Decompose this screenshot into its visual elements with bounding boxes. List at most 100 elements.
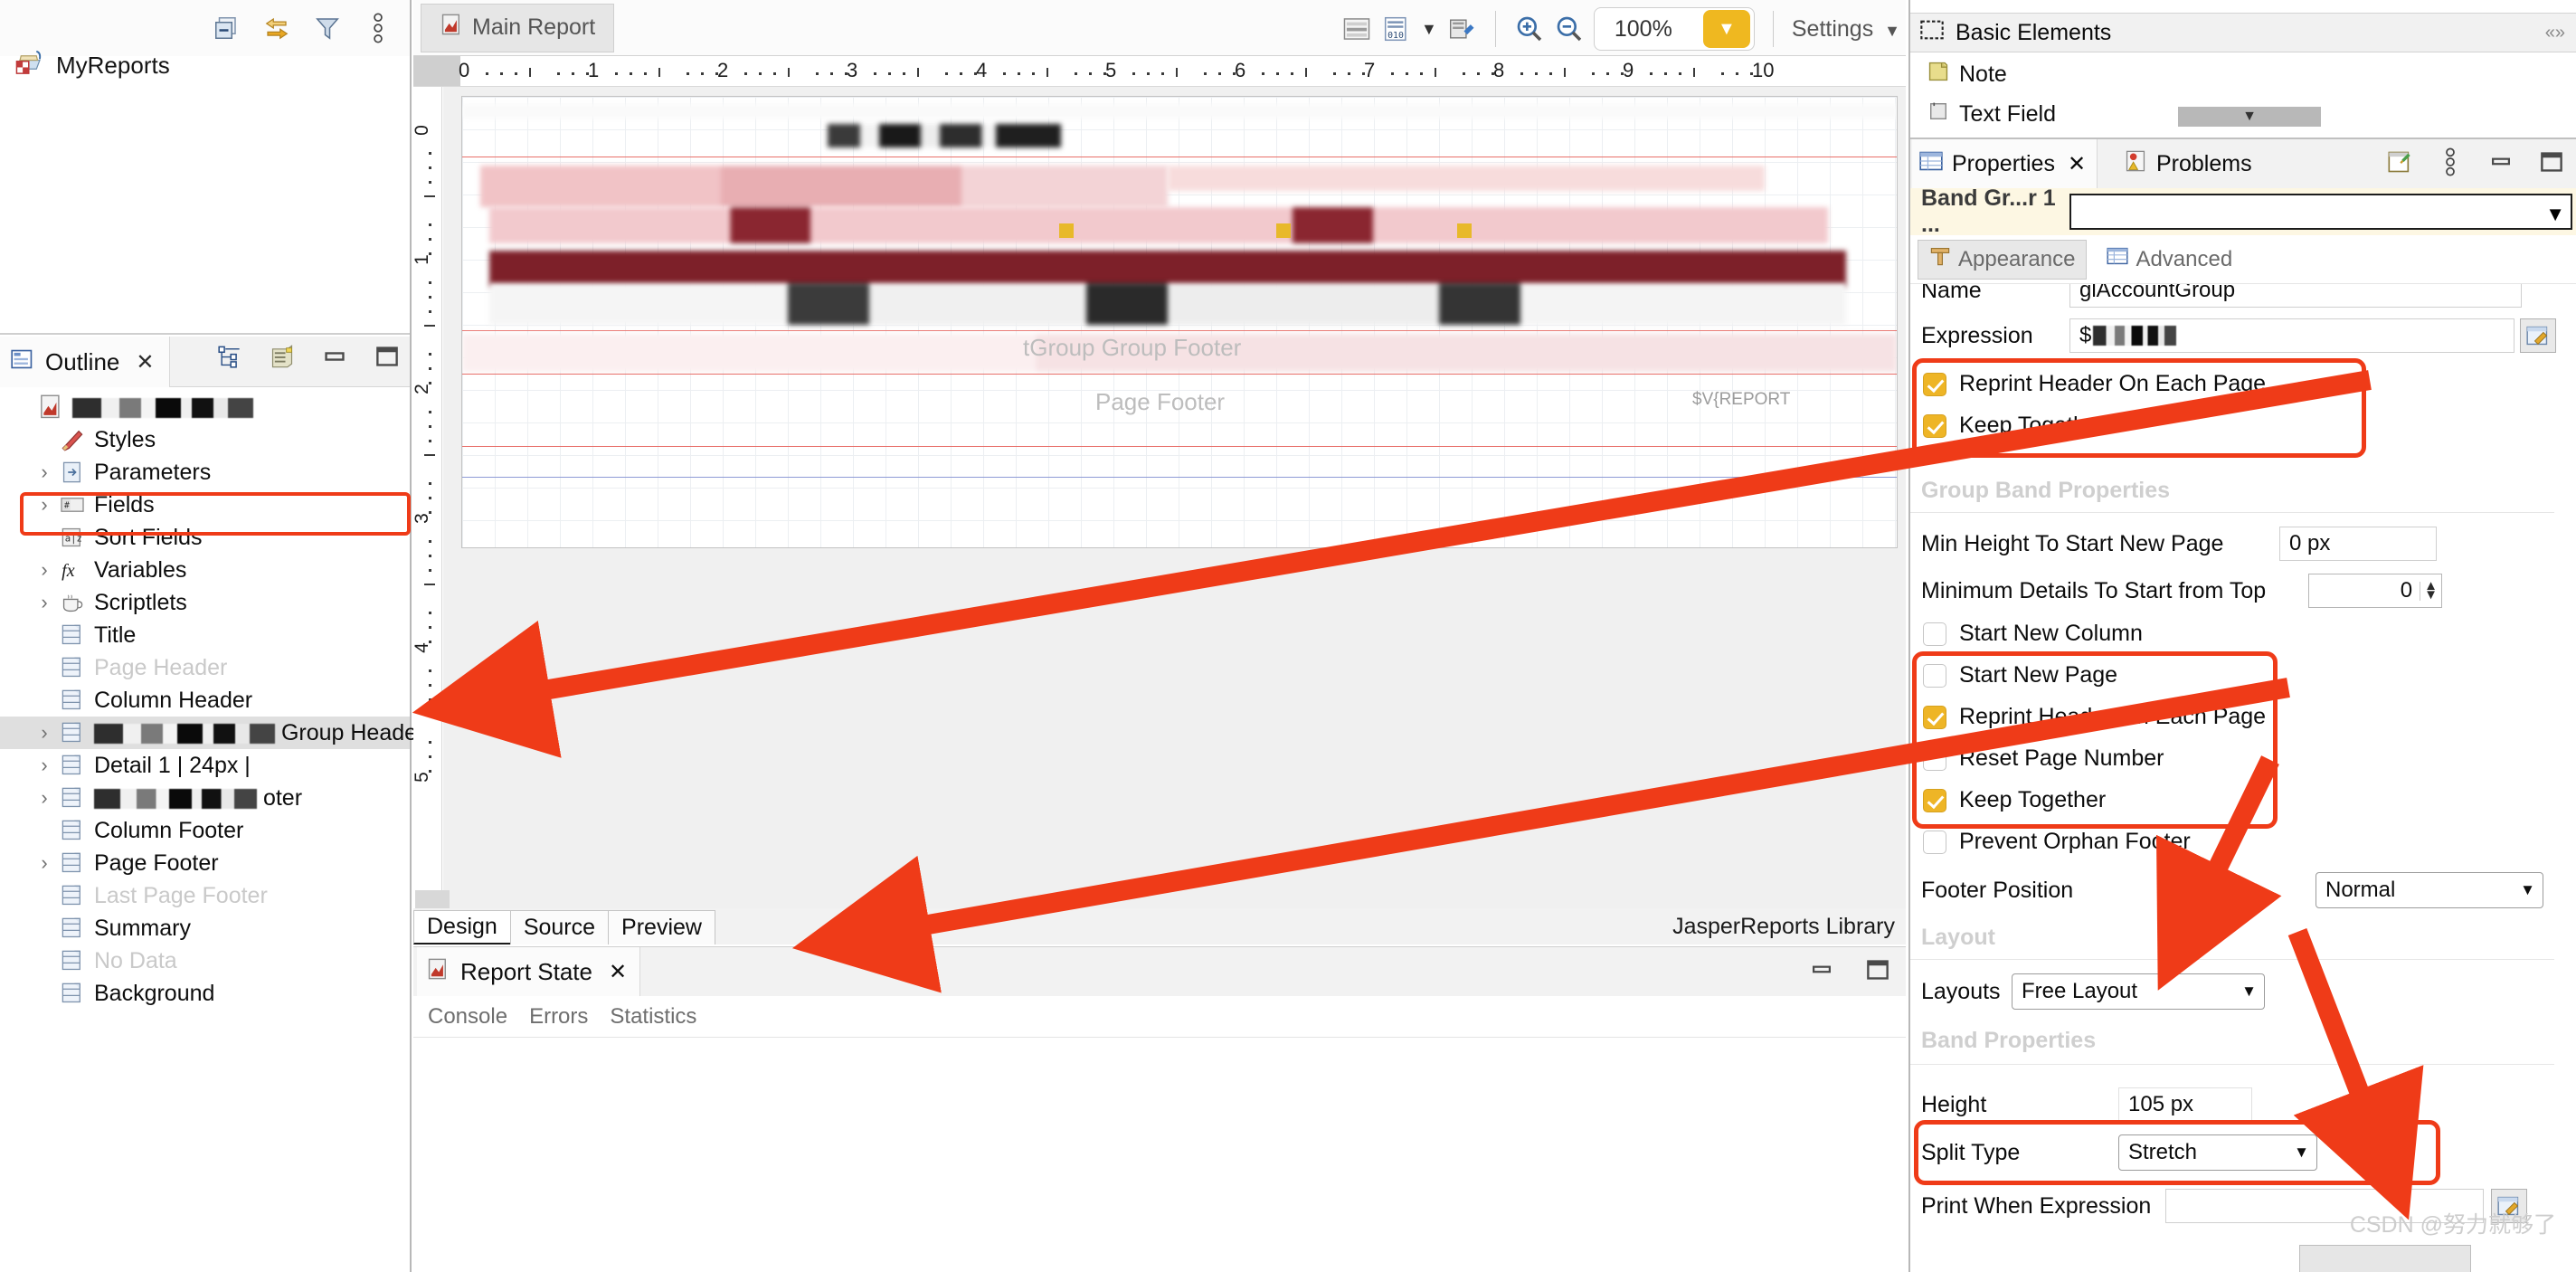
close-icon[interactable]: ✕ (2068, 151, 2086, 177)
report-page[interactable]: tGroup Group Footer Page Footer $V{REPOR… (461, 96, 1898, 548)
settings-button[interactable]: Settings ▼ (1792, 16, 1900, 43)
layouts-select[interactable]: Free Layout ▼ (2012, 973, 2265, 1010)
report-state-subtab-console[interactable]: Console (428, 1004, 507, 1030)
outline-item-page-footer[interactable]: › Page Footer (0, 847, 410, 879)
zoom-control[interactable]: 100% ▼ (1593, 7, 1755, 51)
checkbox-indicator[interactable] (1923, 372, 1946, 396)
expression-edit-button[interactable] (2520, 318, 2556, 353)
checkbox-keep-together-top[interactable]: Keep Together (1910, 413, 2576, 439)
chevron-right-icon[interactable]: › (31, 851, 58, 875)
view-menu-icon[interactable] (363, 13, 393, 43)
palette-header[interactable]: Basic Elements «» (1910, 13, 2576, 52)
zoom-out-icon[interactable] (1554, 14, 1585, 44)
zoom-in-icon[interactable] (1514, 14, 1545, 44)
subtab-appearance[interactable]: Appearance (1918, 239, 2088, 280)
maximize-icon[interactable] (1862, 954, 1893, 985)
checkbox-start-new-column[interactable]: Start New Column (1910, 621, 2576, 647)
close-icon[interactable]: ✕ (136, 349, 154, 375)
design-canvas[interactable]: tGroup Group Footer Page Footer $V{REPOR… (443, 87, 1906, 908)
outline-item-title[interactable]: Title (0, 619, 410, 651)
outline-item-redacted-0[interactable] (0, 391, 410, 423)
outline-item-background[interactable]: Background (0, 977, 410, 1010)
band-selector-combo[interactable]: ▼ (2069, 194, 2572, 230)
checkbox-indicator[interactable] (1923, 705, 1946, 729)
checkbox-indicator[interactable] (1923, 413, 1946, 438)
tab-outline[interactable]: Outline ✕ (0, 337, 170, 387)
expression-field[interactable]: $ (2069, 318, 2514, 353)
tab-preview[interactable]: Preview (608, 910, 715, 945)
palette-scroll-handle[interactable]: ▼ (2178, 107, 2321, 127)
checkbox-reset-page-number[interactable]: Reset Page Number (1910, 745, 2576, 772)
minimize-icon[interactable] (2486, 147, 2516, 177)
maximize-icon[interactable] (2536, 147, 2567, 177)
outline-item-detail-1-24px[interactable]: › Detail 1 | 24px | (0, 749, 410, 782)
checkbox-reprint-header-top[interactable]: Reprint Header On Each Page (1910, 371, 2576, 397)
chevron-right-icon[interactable]: › (31, 460, 58, 484)
checkbox-indicator[interactable] (1923, 830, 1946, 854)
outline-item-oter[interactable]: › oter (0, 782, 410, 814)
report-state-subtabs[interactable]: Console Errors Statistics (413, 996, 1906, 1038)
outline-item-parameters[interactable]: › Parameters (0, 456, 410, 489)
report-state-subtab-statistics[interactable]: Statistics (610, 1004, 696, 1030)
outline-item-styles[interactable]: Styles (0, 423, 410, 456)
chevron-down-icon[interactable]: ▼ (2545, 203, 2565, 226)
view-menu-icon[interactable] (2435, 147, 2466, 177)
outline-item-last-page-footer[interactable]: Last Page Footer (0, 879, 410, 912)
chevron-right-icon[interactable]: › (31, 754, 58, 777)
outline-item-column-header[interactable]: Column Header (0, 684, 410, 717)
stepper-arrows[interactable]: ▲ ▼ (2420, 579, 2438, 602)
chevron-right-icon[interactable]: › (31, 721, 58, 745)
tab-problems[interactable]: Problems (2113, 139, 2263, 188)
outline-tree[interactable]: Styles › Parameters › # Fields a|z Sort Fields ›… (0, 387, 424, 1272)
outline-item-fields[interactable]: › # Fields (0, 489, 410, 521)
tree-layout-icon[interactable] (214, 341, 245, 372)
tab-properties[interactable]: Properties ✕ (1912, 139, 2098, 188)
dataset-icon[interactable] (1341, 14, 1372, 44)
properties-subtabs[interactable]: Appearance Advanced (1910, 235, 2576, 284)
palette-item-note[interactable]: Note (1927, 60, 2007, 90)
return-value-button[interactable] (2299, 1245, 2471, 1272)
outline-item-summary[interactable]: Summary (0, 912, 410, 945)
maximize-icon[interactable] (372, 341, 402, 372)
minimize-icon[interactable] (319, 341, 350, 372)
project-root-item[interactable]: MyReports (14, 45, 394, 85)
outline-item-column-footer[interactable]: Column Footer (0, 814, 410, 847)
outline-item-variables[interactable]: › fx Variables (0, 554, 410, 586)
checkbox-start-new-page[interactable]: Start New Page (1910, 662, 2576, 688)
subtab-advanced[interactable]: Advanced (2096, 240, 2243, 280)
tab-source[interactable]: Source (509, 910, 610, 945)
canvas-minimize-stub[interactable] (415, 890, 450, 908)
tab-report-state[interactable]: Report State ✕ (417, 947, 641, 996)
split-type-select[interactable]: Stretch ▼ (2118, 1134, 2317, 1171)
checkbox-indicator[interactable] (1923, 663, 1946, 688)
name-field[interactable]: glAccountGroup (2069, 284, 2522, 308)
minimize-icon[interactable] (1806, 954, 1837, 985)
tab-main-report[interactable]: Main Report (421, 3, 615, 52)
link-with-editor-icon[interactable] (261, 13, 292, 43)
chevron-down-icon[interactable]: ▼ (1702, 10, 1750, 48)
outline-item-page-header[interactable]: Page Header (0, 651, 410, 684)
chevron-right-icon[interactable]: › (31, 591, 58, 614)
data-preview-icon[interactable]: 010 (1381, 14, 1412, 44)
height-field[interactable]: 105 px (2118, 1087, 2252, 1122)
filter-icon[interactable] (312, 13, 343, 43)
pin-icon[interactable] (2384, 147, 2415, 177)
tab-design[interactable]: Design (413, 910, 511, 945)
close-icon[interactable]: ✕ (609, 959, 627, 985)
report-state-subtab-errors[interactable]: Errors (529, 1004, 588, 1030)
footer-position-select[interactable]: Normal ▼ (2316, 872, 2543, 908)
chevron-right-icon[interactable]: › (31, 786, 58, 810)
checkbox-indicator[interactable] (1923, 622, 1946, 646)
min-height-field[interactable]: 0 px (2279, 527, 2437, 561)
properties-form[interactable]: Name glAccountGroup Expression $ Reprint… (1910, 284, 2576, 1272)
outline-item-sort-fields[interactable]: a|z Sort Fields (0, 521, 410, 554)
checkbox-keep-together[interactable]: Keep Together (1910, 787, 2576, 813)
checkbox-prevent-orphan-footer[interactable]: Prevent Orphan Footer (1910, 829, 2576, 855)
outline-item-no-data[interactable]: No Data (0, 945, 410, 977)
compile-icon[interactable] (1446, 14, 1477, 44)
chevron-right-icon[interactable]: › (31, 493, 58, 517)
checkbox-reprint-header[interactable]: Reprint Header On Each Page (1910, 704, 2576, 730)
sort-icon[interactable] (267, 341, 298, 372)
collapse-all-icon[interactable] (211, 13, 242, 43)
palette-item-text-field[interactable]: Text Field (1927, 100, 2056, 129)
